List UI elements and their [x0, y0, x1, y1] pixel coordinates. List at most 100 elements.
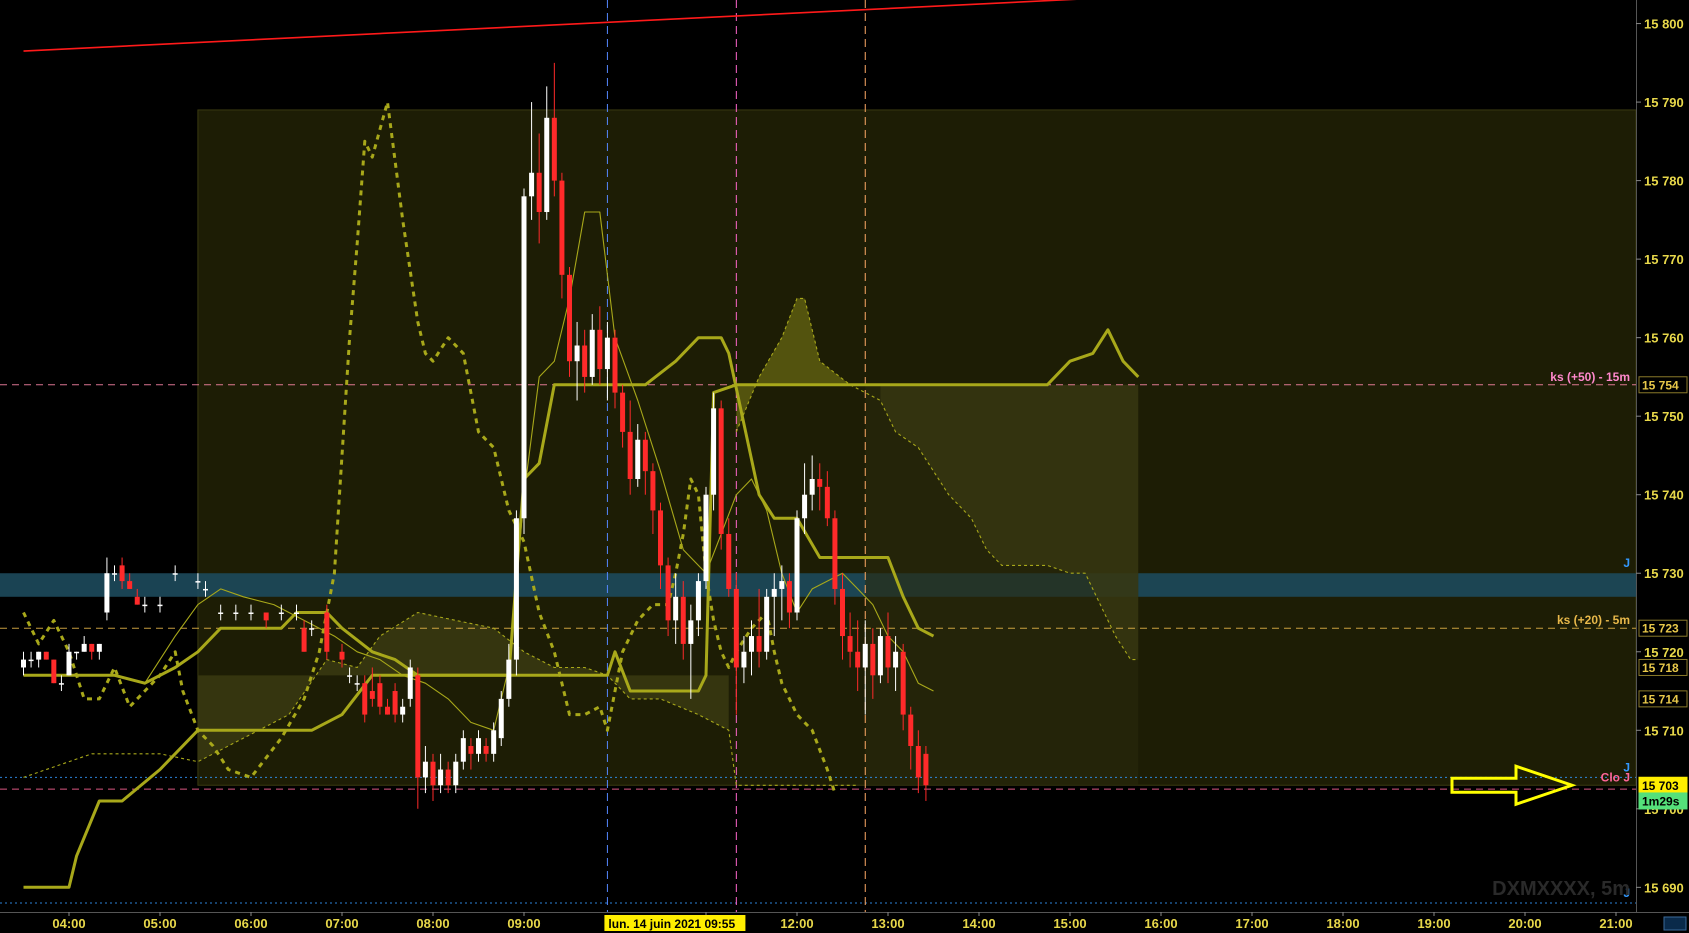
candle-body — [28, 659, 34, 662]
candle-body — [476, 738, 481, 754]
time-tick-label: 05:00 — [143, 916, 176, 931]
candle-body — [870, 643, 876, 676]
price-badge[interactable]: 15 718 — [1638, 658, 1688, 676]
price-badge[interactable]: 15 714 — [1638, 690, 1688, 708]
candle-body — [862, 643, 868, 668]
candle-body — [877, 636, 883, 676]
time-tick-label: 15:00 — [1053, 916, 1086, 931]
candle-body — [369, 691, 375, 699]
time-axis[interactable]: 04:0005:0006:0007:0008:0009:0011:0012:00… — [0, 912, 1689, 933]
candle-body — [157, 604, 163, 607]
candle-body — [741, 651, 747, 668]
candle-body — [718, 408, 724, 534]
candle-body — [51, 659, 57, 684]
price-badge-label: 1m29s — [1642, 794, 1680, 808]
candle-body — [688, 620, 694, 644]
candle-body — [612, 337, 618, 393]
candle-body — [301, 628, 307, 652]
price-badge-label: 15 723 — [1642, 622, 1679, 636]
price-badge[interactable]: 15 723 — [1638, 619, 1688, 637]
candle-body — [422, 761, 428, 778]
candle[interactable] — [877, 628, 883, 684]
candle-body — [665, 565, 671, 621]
expand-icon[interactable] — [1663, 916, 1687, 931]
candle[interactable] — [567, 266, 572, 377]
candle-body — [513, 518, 519, 660]
candle-body — [764, 596, 770, 652]
candle-body — [127, 581, 133, 589]
candle-body — [582, 345, 588, 377]
candle-body — [695, 581, 701, 621]
candle[interactable] — [513, 510, 519, 676]
price-tick-label: 15 720 — [1644, 645, 1684, 660]
chart-canvas[interactable]: ks (+50) - 15mks (+20) - 5mClo JJJJDXMXX… — [0, 0, 1689, 933]
candle-body — [506, 659, 512, 699]
candle-body — [278, 612, 284, 614]
candle-body — [218, 612, 224, 614]
candle[interactable] — [718, 400, 724, 550]
level-annotation-3: J — [1623, 556, 1630, 570]
candle-body — [468, 745, 474, 754]
candle-body — [802, 494, 808, 519]
candle-body — [604, 337, 610, 370]
candle-body — [81, 643, 87, 652]
price-tick-label: 15 750 — [1644, 409, 1684, 424]
level-annotation-1: ks (+20) - 5m — [1557, 613, 1630, 627]
time-tick-label: 12:00 — [780, 916, 813, 931]
price-tick-label: 15 730 — [1644, 566, 1684, 581]
time-tick-label: 13:00 — [871, 916, 904, 931]
candle-body — [900, 651, 906, 715]
candle-body — [392, 691, 398, 715]
candle-body — [483, 745, 489, 754]
candle-body — [498, 698, 504, 739]
price-tick-label: 15 740 — [1644, 488, 1684, 503]
candle-body — [840, 588, 845, 637]
candle-body — [680, 596, 686, 644]
candle-body — [779, 581, 785, 589]
time-tick-label: 17:00 — [1235, 916, 1268, 931]
level-annotation-0: ks (+50) - 15m — [1550, 370, 1630, 384]
candle[interactable] — [498, 691, 504, 746]
candle-body — [749, 636, 754, 652]
candle[interactable] — [521, 188, 527, 534]
candle[interactable] — [324, 604, 330, 660]
price-axis[interactable]: 15 69015 70015 71015 72015 73015 74015 7… — [1636, 0, 1689, 912]
candle-body — [536, 172, 542, 213]
candle-body — [824, 486, 830, 519]
time-tick-label: 09:00 — [507, 916, 540, 931]
candle-body — [673, 596, 679, 621]
candlestick-chart[interactable]: ks (+50) - 15m ks (+20) - 5m Clo J J J J DXMXX… — [0, 0, 1689, 933]
price-tick-label: 15 790 — [1644, 95, 1684, 110]
candle-body — [377, 683, 383, 707]
candle-body — [567, 274, 572, 362]
candle[interactable] — [794, 510, 800, 621]
price-badge-label: 15 754 — [1642, 378, 1679, 392]
candle-body — [43, 651, 49, 660]
time-tick-label: 20:00 — [1508, 916, 1541, 931]
candle-body — [551, 117, 557, 181]
candle-body — [430, 761, 436, 786]
candle-body — [574, 345, 580, 362]
time-tick-label: 21:00 — [1599, 916, 1632, 931]
candle[interactable] — [51, 659, 57, 684]
candle-body — [893, 651, 899, 668]
price-badge[interactable]: 15 754 — [1638, 376, 1688, 394]
candle-body — [460, 738, 466, 762]
candle-body — [885, 636, 891, 668]
time-tick-label: 19:00 — [1417, 916, 1450, 931]
candle[interactable] — [711, 392, 717, 511]
candle-body — [627, 431, 633, 480]
price-badge[interactable]: 1m29s — [1638, 792, 1688, 810]
price-tick-label: 15 800 — [1644, 17, 1684, 32]
watermark: DXMXXXX, 5m — [1492, 878, 1630, 900]
price-badge-label: 15 718 — [1642, 661, 1679, 675]
candle[interactable] — [764, 588, 770, 660]
highlight-band — [0, 573, 1636, 597]
candle-body — [400, 706, 406, 715]
candle[interactable] — [703, 486, 709, 589]
candle-body — [347, 675, 353, 677]
candle[interactable] — [43, 651, 49, 660]
candle-body — [726, 533, 732, 589]
price-badge[interactable]: 15 703 — [1638, 776, 1688, 794]
candle-body — [642, 439, 648, 472]
